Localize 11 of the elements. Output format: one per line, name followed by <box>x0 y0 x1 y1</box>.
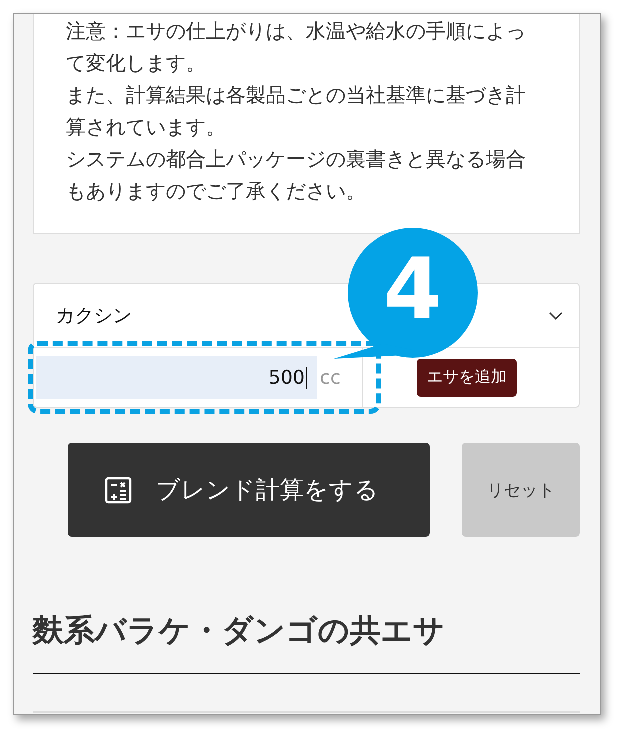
notice-text: 注意：エサの仕上がりは、水温や給水の手順によって変化します。 <box>66 18 527 77</box>
add-feed-button[interactable]: エサを追加 <box>417 358 517 396</box>
reset-button[interactable]: リセット <box>462 443 580 537</box>
amount-input[interactable]: 500 <box>35 356 317 399</box>
notice-text: システムの都合上パッケージの裏書きと異なる場合もありますのでご了承ください。 <box>66 146 527 205</box>
chevron-down-icon <box>549 312 563 320</box>
notice-text: また、計算結果は各製品ごとの当社基準に基づき計算されています。 <box>66 82 527 141</box>
calculate-button[interactable]: ブレンド計算をする <box>68 443 430 537</box>
section-heading: 麩系バラケ・ダンゴの共エサ <box>33 609 580 674</box>
calculator-icon <box>104 476 132 504</box>
unit-label: cc <box>320 366 341 388</box>
